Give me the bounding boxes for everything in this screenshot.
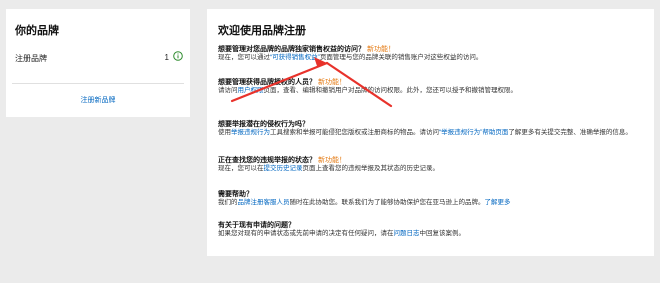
section-existing-application: 有关于现有申请的问题？ 如果您对现有的申请状态或先前申请的决定有任何疑问，请在问… [218,221,643,239]
your-brands-panel: 你的品牌 注册品牌 1 注册新品牌 [6,9,190,117]
brand-support-link[interactable]: 品牌注册客服人员 [238,199,290,206]
section-selling-rights: 想要管理对您品牌的品牌独家销售权益的访问？ 新功能！ 现在，您可以通过“可获得销… [218,45,643,63]
section-title: 正在查找您的违规举报的状态？ 新功能！ [218,157,346,164]
section-body: 使用举报违规行为工具搜索和举报可能侵犯您版权或注册商标的物品。请访问“举报违规行… [218,129,632,136]
registered-brands-count: 1 [164,53,169,62]
registered-brands-row: 注册品牌 1 [15,51,187,67]
section-body: 我们的品牌注册客服人员随时在此协助您。联系我们为了能够协助保护您在亚马逊上的品牌… [218,199,511,206]
case-log-link[interactable]: 问题日志 [394,230,420,237]
section-title: 想要举报潜在的侵权行为吗？ [218,121,309,128]
section-title: 有关于现有申请的问题？ [218,222,295,229]
new-feature-badge: 新功能！ [317,79,346,86]
section-report-status: 正在查找您的违规举报的状态？ 新功能！ 现在，您可以在提交历史记录页面上查看您的… [218,156,643,174]
submission-history-link[interactable]: 提交历史记录 [264,165,303,172]
section-title: 想要管理对您品牌的品牌独家销售权益的访问？ 新功能！ [218,46,395,53]
selling-rights-link[interactable]: “可获得销售权益” [270,54,320,61]
your-brands-title: 你的品牌 [15,25,59,37]
section-report-violation: 想要举报潜在的侵权行为吗？ 使用举报违规行为工具搜索和举报可能侵犯您版权或注册商… [218,120,643,138]
register-new-brand-link[interactable]: 注册新品牌 [6,95,190,105]
info-circle-icon[interactable] [173,51,183,61]
section-body: 如果您对现有的申请状态或先前申请的决定有任何疑问，请在问题日志中回复该案例。 [218,230,465,237]
section-need-help: 需要帮助？ 我们的品牌注册客服人员随时在此协助您。联系我们为了能够协助保护您在亚… [218,190,643,208]
new-feature-badge: 新功能！ [317,157,346,164]
report-violation-tool-link[interactable]: 举报违规行为 [231,129,270,136]
welcome-panel: 欢迎使用品牌注册 想要管理对您品牌的品牌独家销售权益的访问？ 新功能！ 现在，您… [207,9,654,256]
new-feature-badge: 新功能！ [366,46,395,53]
section-user-permissions: 想要管理获得品牌授权的人员？ 新功能！ 请访问用户权限页面，查看、编辑和撤销用户… [218,78,643,96]
section-title: 想要管理获得品牌授权的人员？ 新功能！ [218,79,346,86]
section-title: 需要帮助？ [218,191,253,198]
section-body: 现在，您可以通过“可获得销售权益”页面管理与您的品牌关联的销售账户对这些权益的访… [218,54,483,61]
learn-more-link[interactable]: 了解更多 [485,199,511,206]
welcome-title: 欢迎使用品牌注册 [218,25,306,37]
section-body: 请访问用户权限页面，查看、编辑和撤销用户对品牌的访问权限。此外，您还可以授予和撤… [218,87,517,94]
section-body: 现在，您可以在提交历史记录页面上查看您的违规举报及其状态的历史记录。 [218,165,439,172]
report-violation-help-link[interactable]: “举报违规行为”帮助页面 [439,129,508,136]
divider [12,83,184,84]
registered-brands-label: 注册品牌 [15,54,47,63]
user-permissions-link[interactable]: 用户权限 [238,87,264,94]
